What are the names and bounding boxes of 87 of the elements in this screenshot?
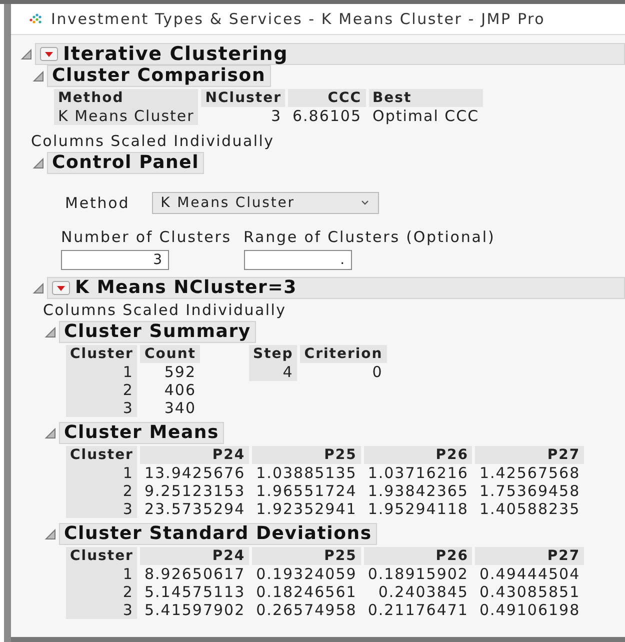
table-cell: K Means Cluster: [54, 107, 198, 125]
table-cell-text: 5.14575113: [143, 583, 246, 601]
section-title: Cluster Standard Deviations: [64, 525, 372, 543]
table-cell-text: 406: [163, 381, 197, 399]
table-cell-text: 1.03885135: [255, 464, 358, 482]
disclosure-icon[interactable]: [31, 157, 45, 169]
table-cell-text: 0.43085851: [478, 583, 582, 601]
table-cell-text: 9.25123153: [143, 482, 246, 500]
column-header: P26: [364, 547, 472, 565]
column-header: P27: [475, 446, 584, 464]
table-cell: 1: [66, 464, 138, 482]
column-header: Cluster: [66, 547, 138, 565]
table-cell-text: 0.26574958: [255, 601, 358, 619]
column-header: P24: [140, 446, 250, 464]
field-label: Number of Clusters: [61, 228, 232, 246]
table-cell-text: Optimal CCC: [372, 107, 480, 125]
table-cell-text: 1.92352941: [255, 500, 358, 518]
table-cell: 3: [66, 399, 138, 417]
field-label: Range of Clusters (Optional): [244, 228, 496, 246]
column-header: Criterion: [300, 345, 387, 363]
table-cell-text: 340: [163, 399, 197, 417]
table-cell-text: 0.49444504: [478, 565, 582, 583]
table-cell-text: 592: [163, 363, 197, 381]
table-cell: 1: [66, 565, 138, 583]
note-text: Columns Scaled Individually: [43, 300, 288, 321]
table-cell: 1: [66, 363, 138, 381]
menu-icon[interactable]: [52, 281, 70, 295]
table-cell-text: 1.42567568: [478, 464, 582, 482]
column-header: Best: [368, 89, 484, 107]
column-header: Cluster: [66, 446, 138, 464]
table-cell-text: 6.86105: [291, 107, 363, 125]
table-cell-text: 8.92650617: [143, 565, 246, 583]
table-cell-text: 0.18915902: [366, 565, 470, 583]
column-header: P27: [475, 547, 584, 565]
section-title: Cluster Summary: [64, 323, 251, 341]
chevron-icon: [360, 200, 370, 206]
disclosure-icon[interactable]: [43, 528, 57, 540]
table-cell: 2: [66, 381, 138, 399]
table-cell-text: 3: [270, 107, 282, 125]
table-cell-text: 1.75369458: [478, 482, 582, 500]
table-cell: 3: [66, 500, 138, 518]
column-header: P25: [252, 446, 361, 464]
disclosure-icon[interactable]: [31, 282, 45, 294]
window-title: Investment Types & Services - K Means Cluster - JMP Pro: [51, 10, 546, 28]
table-cell-text: 0.49106198: [478, 601, 582, 619]
method-dropdown[interactable]: K Means Cluster: [152, 192, 379, 214]
table-cell-text: 0.21176471: [366, 601, 470, 619]
table-cell-text: 1.93842365: [366, 482, 470, 500]
table-cell-text: 0: [371, 363, 384, 381]
table-cell: 3: [66, 601, 138, 619]
section-title: Iterative Clustering: [63, 45, 288, 63]
column-header: P24: [140, 547, 250, 565]
table-cell-text: 23.5735294: [143, 500, 246, 518]
column-header: Step: [249, 345, 298, 363]
column-header: Method: [54, 89, 198, 107]
section-title: Control Panel: [52, 154, 200, 172]
table-cell: 4: [249, 363, 298, 381]
section-title: Cluster Comparison: [52, 67, 266, 85]
table-cell-text: 0.2403845: [377, 583, 470, 601]
table-cell-text: 1.95294118: [366, 500, 470, 518]
input-field[interactable]: 3: [61, 250, 169, 270]
method-label: Method: [65, 194, 130, 212]
app-icon: [29, 13, 43, 25]
table-cell: 2: [66, 482, 138, 500]
table-cell: 2: [66, 583, 138, 601]
column-header: Cluster: [66, 345, 138, 363]
column-header: NCluster: [201, 89, 286, 107]
table-cell-text: 1.03716216: [366, 464, 470, 482]
column-header: P25: [252, 547, 361, 565]
table-cell-text: 0.19324059: [255, 565, 358, 583]
table-cell-text: 1.96551724: [255, 482, 358, 500]
note-text: Columns Scaled Individually: [31, 131, 276, 152]
disclosure-icon[interactable]: [31, 70, 45, 82]
column-header: CCC: [288, 89, 366, 107]
disclosure-icon[interactable]: [19, 48, 33, 60]
disclosure-icon[interactable]: [43, 326, 57, 338]
table-cell-text: 13.9425676: [143, 464, 246, 482]
menu-icon[interactable]: [40, 47, 58, 61]
column-header: Count: [140, 345, 200, 363]
table-cell-text: 5.41597902: [143, 601, 246, 619]
table-cell-text: 1.40588235: [478, 500, 582, 518]
table-cell-text: 0.18246561: [255, 583, 358, 601]
input-field[interactable]: .: [244, 250, 352, 270]
section-title: K Means NCluster=3: [75, 279, 297, 297]
section-title: Cluster Means: [64, 424, 220, 442]
disclosure-icon[interactable]: [43, 427, 57, 439]
column-header: P26: [364, 446, 472, 464]
